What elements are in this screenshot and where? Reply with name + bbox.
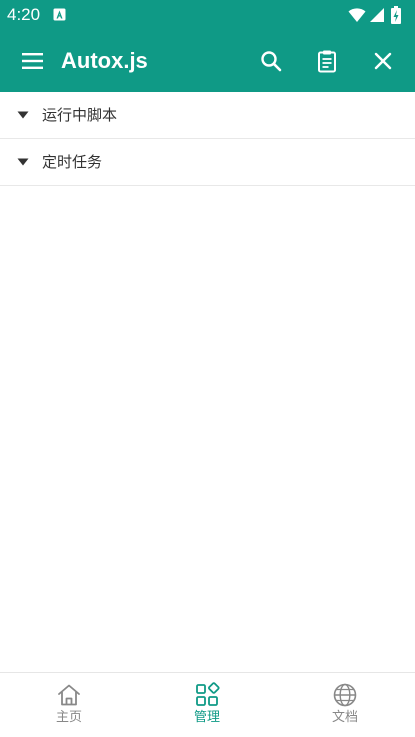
nav-label-manage: 管理 xyxy=(193,710,220,725)
globe-icon xyxy=(333,683,357,707)
log-icon xyxy=(318,50,336,73)
toolbar: Autox.js xyxy=(0,30,415,92)
nav-item-home[interactable]: 主页 xyxy=(0,673,138,737)
nav-item-manage[interactable]: 管理 xyxy=(138,673,276,737)
expand-arrow-icon xyxy=(17,158,29,166)
group-label: 运行中脚本 xyxy=(42,106,118,124)
nav-item-docs[interactable]: 文档 xyxy=(276,673,414,737)
app-title: Autox.js xyxy=(61,48,148,73)
search-button[interactable] xyxy=(253,43,289,79)
status-time: 4:20 xyxy=(7,5,41,24)
log-button[interactable] xyxy=(309,43,345,79)
nav-label-docs: 文档 xyxy=(331,710,358,725)
menu-button[interactable] xyxy=(14,43,50,79)
app-notification-icon xyxy=(53,8,66,21)
app-bar: 4:20 Autox.js xyxy=(0,0,415,92)
home-icon xyxy=(58,684,80,706)
search-icon xyxy=(261,51,282,72)
group-scheduled-tasks[interactable]: 定时任务 xyxy=(0,139,415,186)
signal-icon xyxy=(370,8,384,22)
close-icon xyxy=(374,52,392,70)
nav-label-home: 主页 xyxy=(55,710,82,725)
wifi-icon xyxy=(348,8,366,22)
status-bar: 4:20 xyxy=(0,0,415,30)
manage-icon xyxy=(196,682,220,706)
menu-icon xyxy=(22,53,43,69)
status-icons xyxy=(348,5,408,25)
task-list: 运行中脚本 定时任务 xyxy=(0,92,415,672)
expand-arrow-icon xyxy=(17,111,29,119)
bottom-navigation: 主页 管理 文档 xyxy=(0,672,415,737)
battery-icon xyxy=(391,6,401,24)
group-label: 定时任务 xyxy=(42,153,103,171)
group-running-scripts[interactable]: 运行中脚本 xyxy=(0,92,415,139)
close-button[interactable] xyxy=(365,43,401,79)
